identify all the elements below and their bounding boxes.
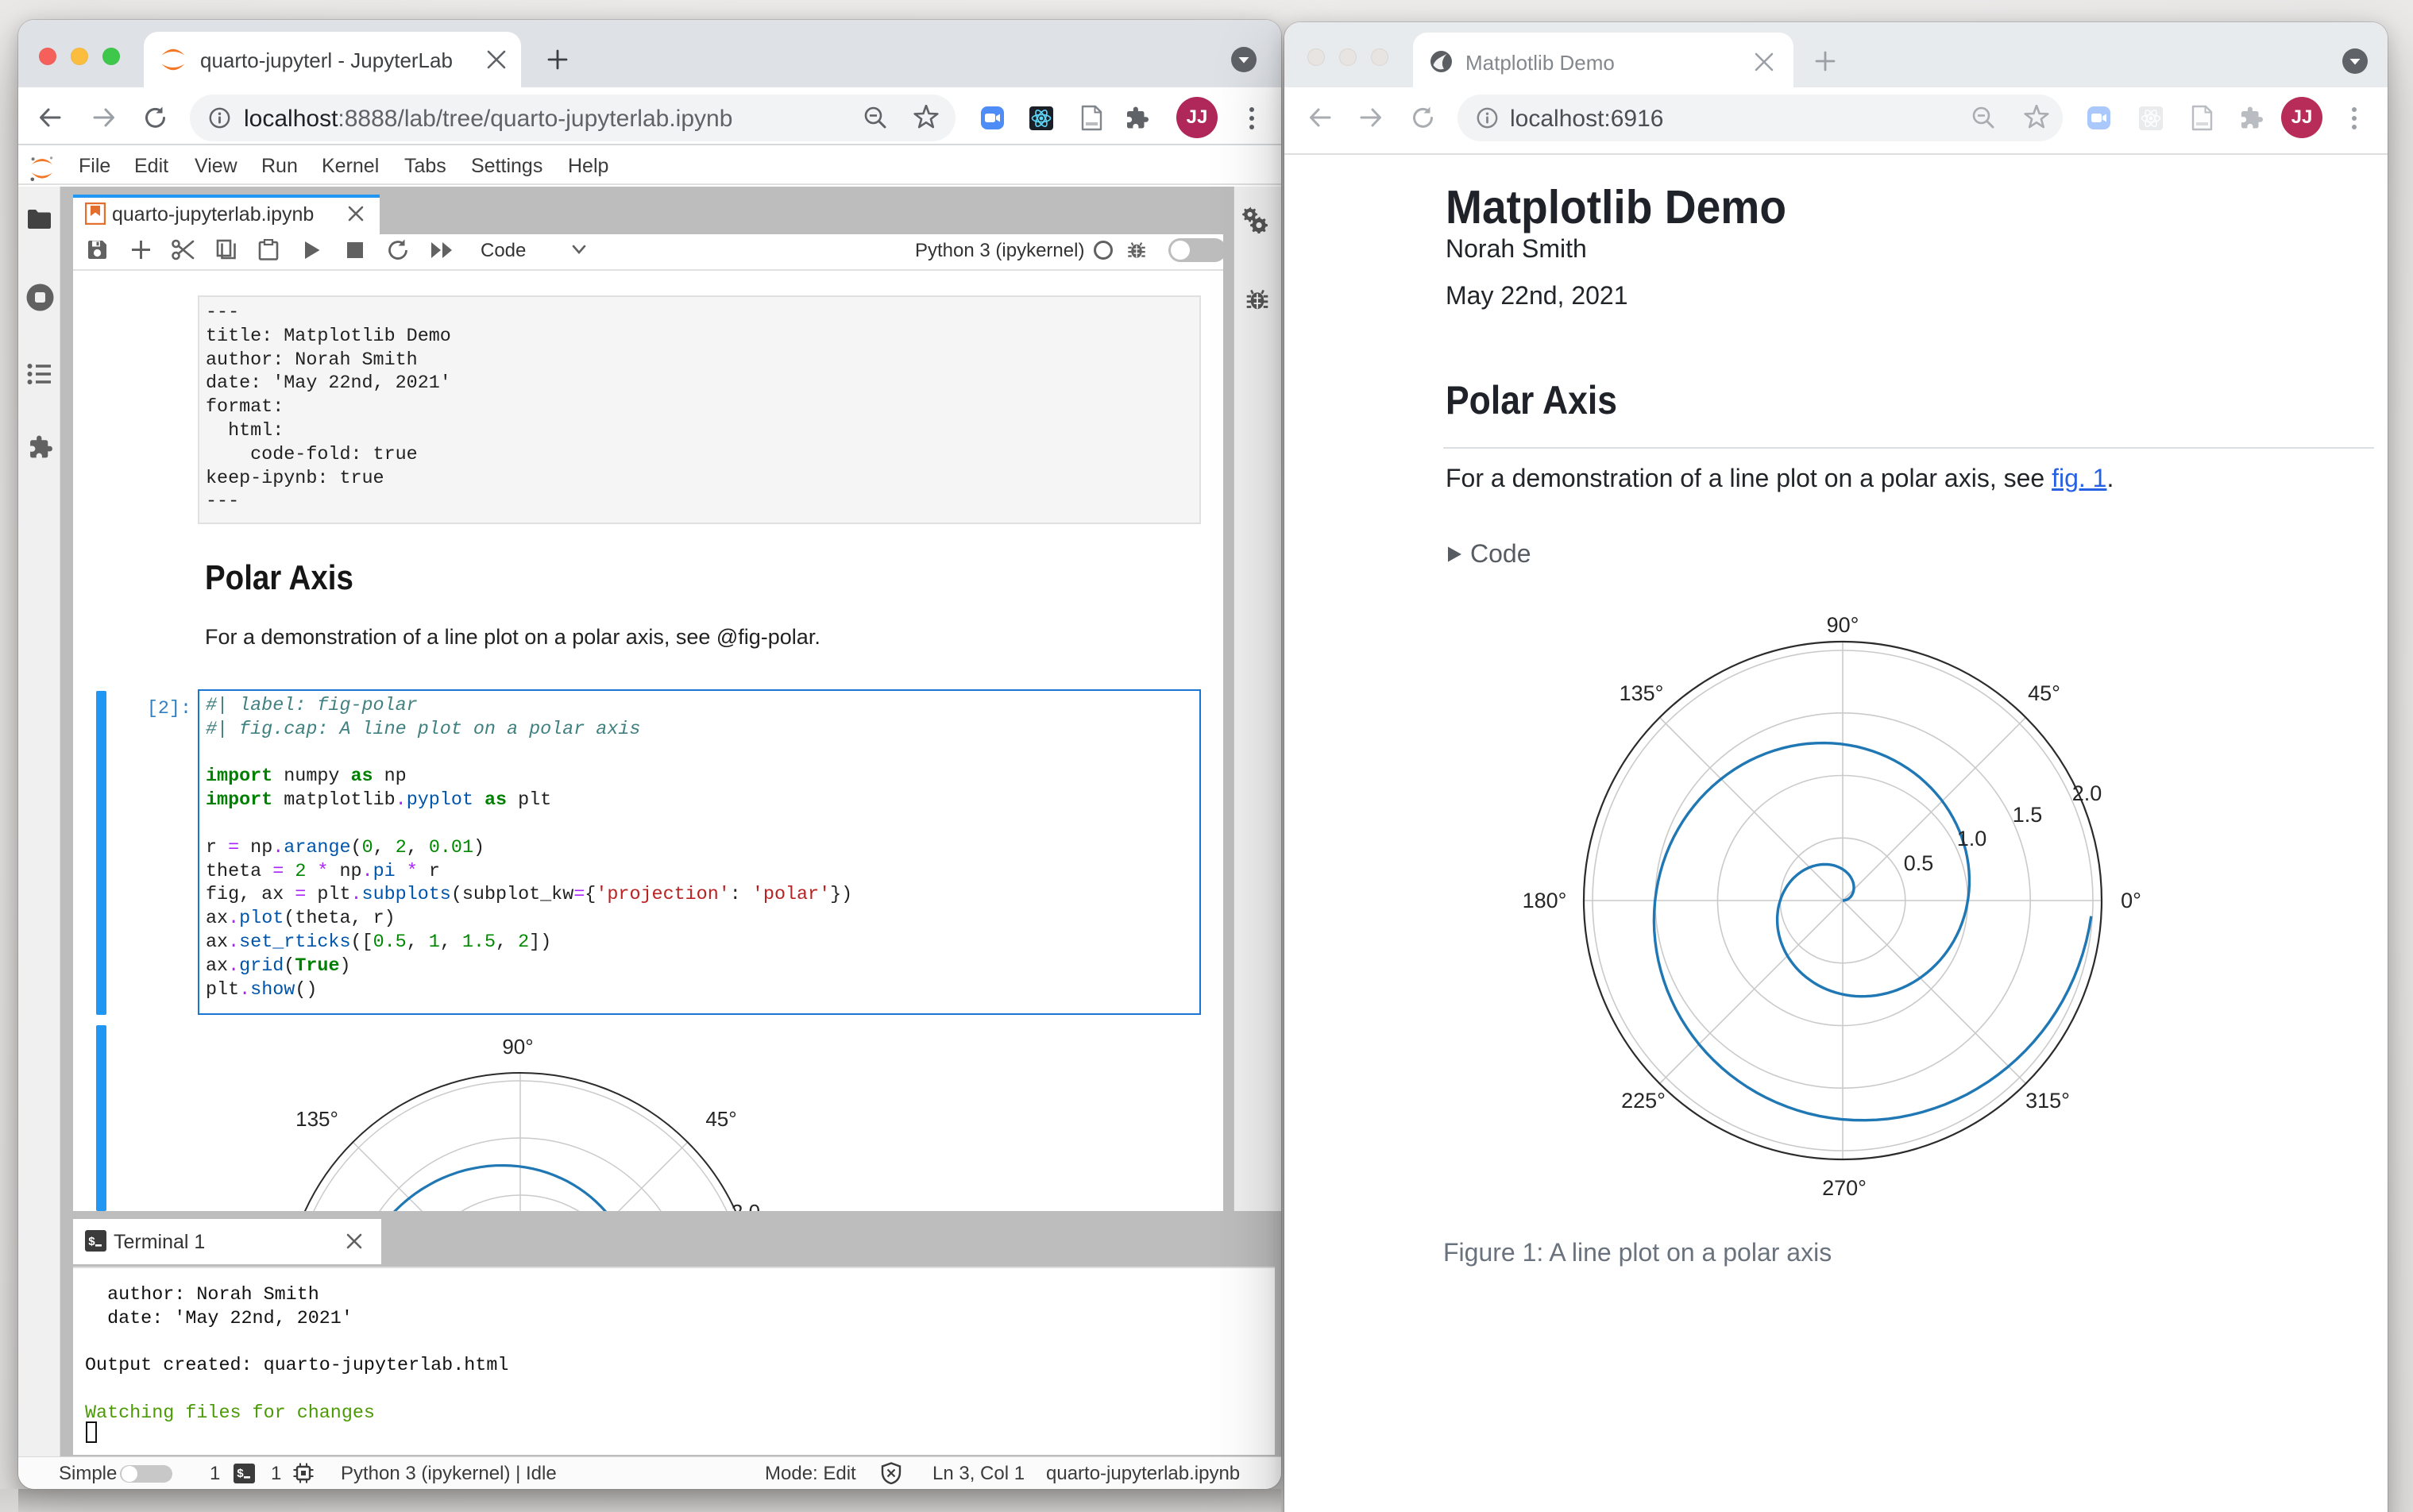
- svg-text:90°: 90°: [1827, 613, 1859, 637]
- svg-text:90°: 90°: [502, 1035, 533, 1059]
- svg-text:135°: 135°: [1620, 681, 1664, 705]
- svg-text:45°: 45°: [705, 1107, 736, 1131]
- svg-text:1.0: 1.0: [1957, 827, 1987, 850]
- svg-text:2.0: 2.0: [732, 1200, 760, 1211]
- svg-text:315°: 315°: [2025, 1089, 2070, 1113]
- svg-text:180°: 180°: [1523, 889, 1567, 912]
- svg-text:45°: 45°: [2028, 681, 2060, 705]
- svg-text:135°: 135°: [295, 1107, 338, 1131]
- svg-text:1.5: 1.5: [2013, 803, 2043, 827]
- svg-text:225°: 225°: [1621, 1089, 1666, 1113]
- svg-text:0°: 0°: [2121, 889, 2141, 912]
- svg-text:2.0: 2.0: [2072, 781, 2102, 805]
- svg-text:$: $: [237, 1468, 244, 1481]
- svg-text:$: $: [88, 1236, 95, 1249]
- svg-text:0.5: 0.5: [1904, 851, 1934, 875]
- svg-text:270°: 270°: [1822, 1176, 1867, 1200]
